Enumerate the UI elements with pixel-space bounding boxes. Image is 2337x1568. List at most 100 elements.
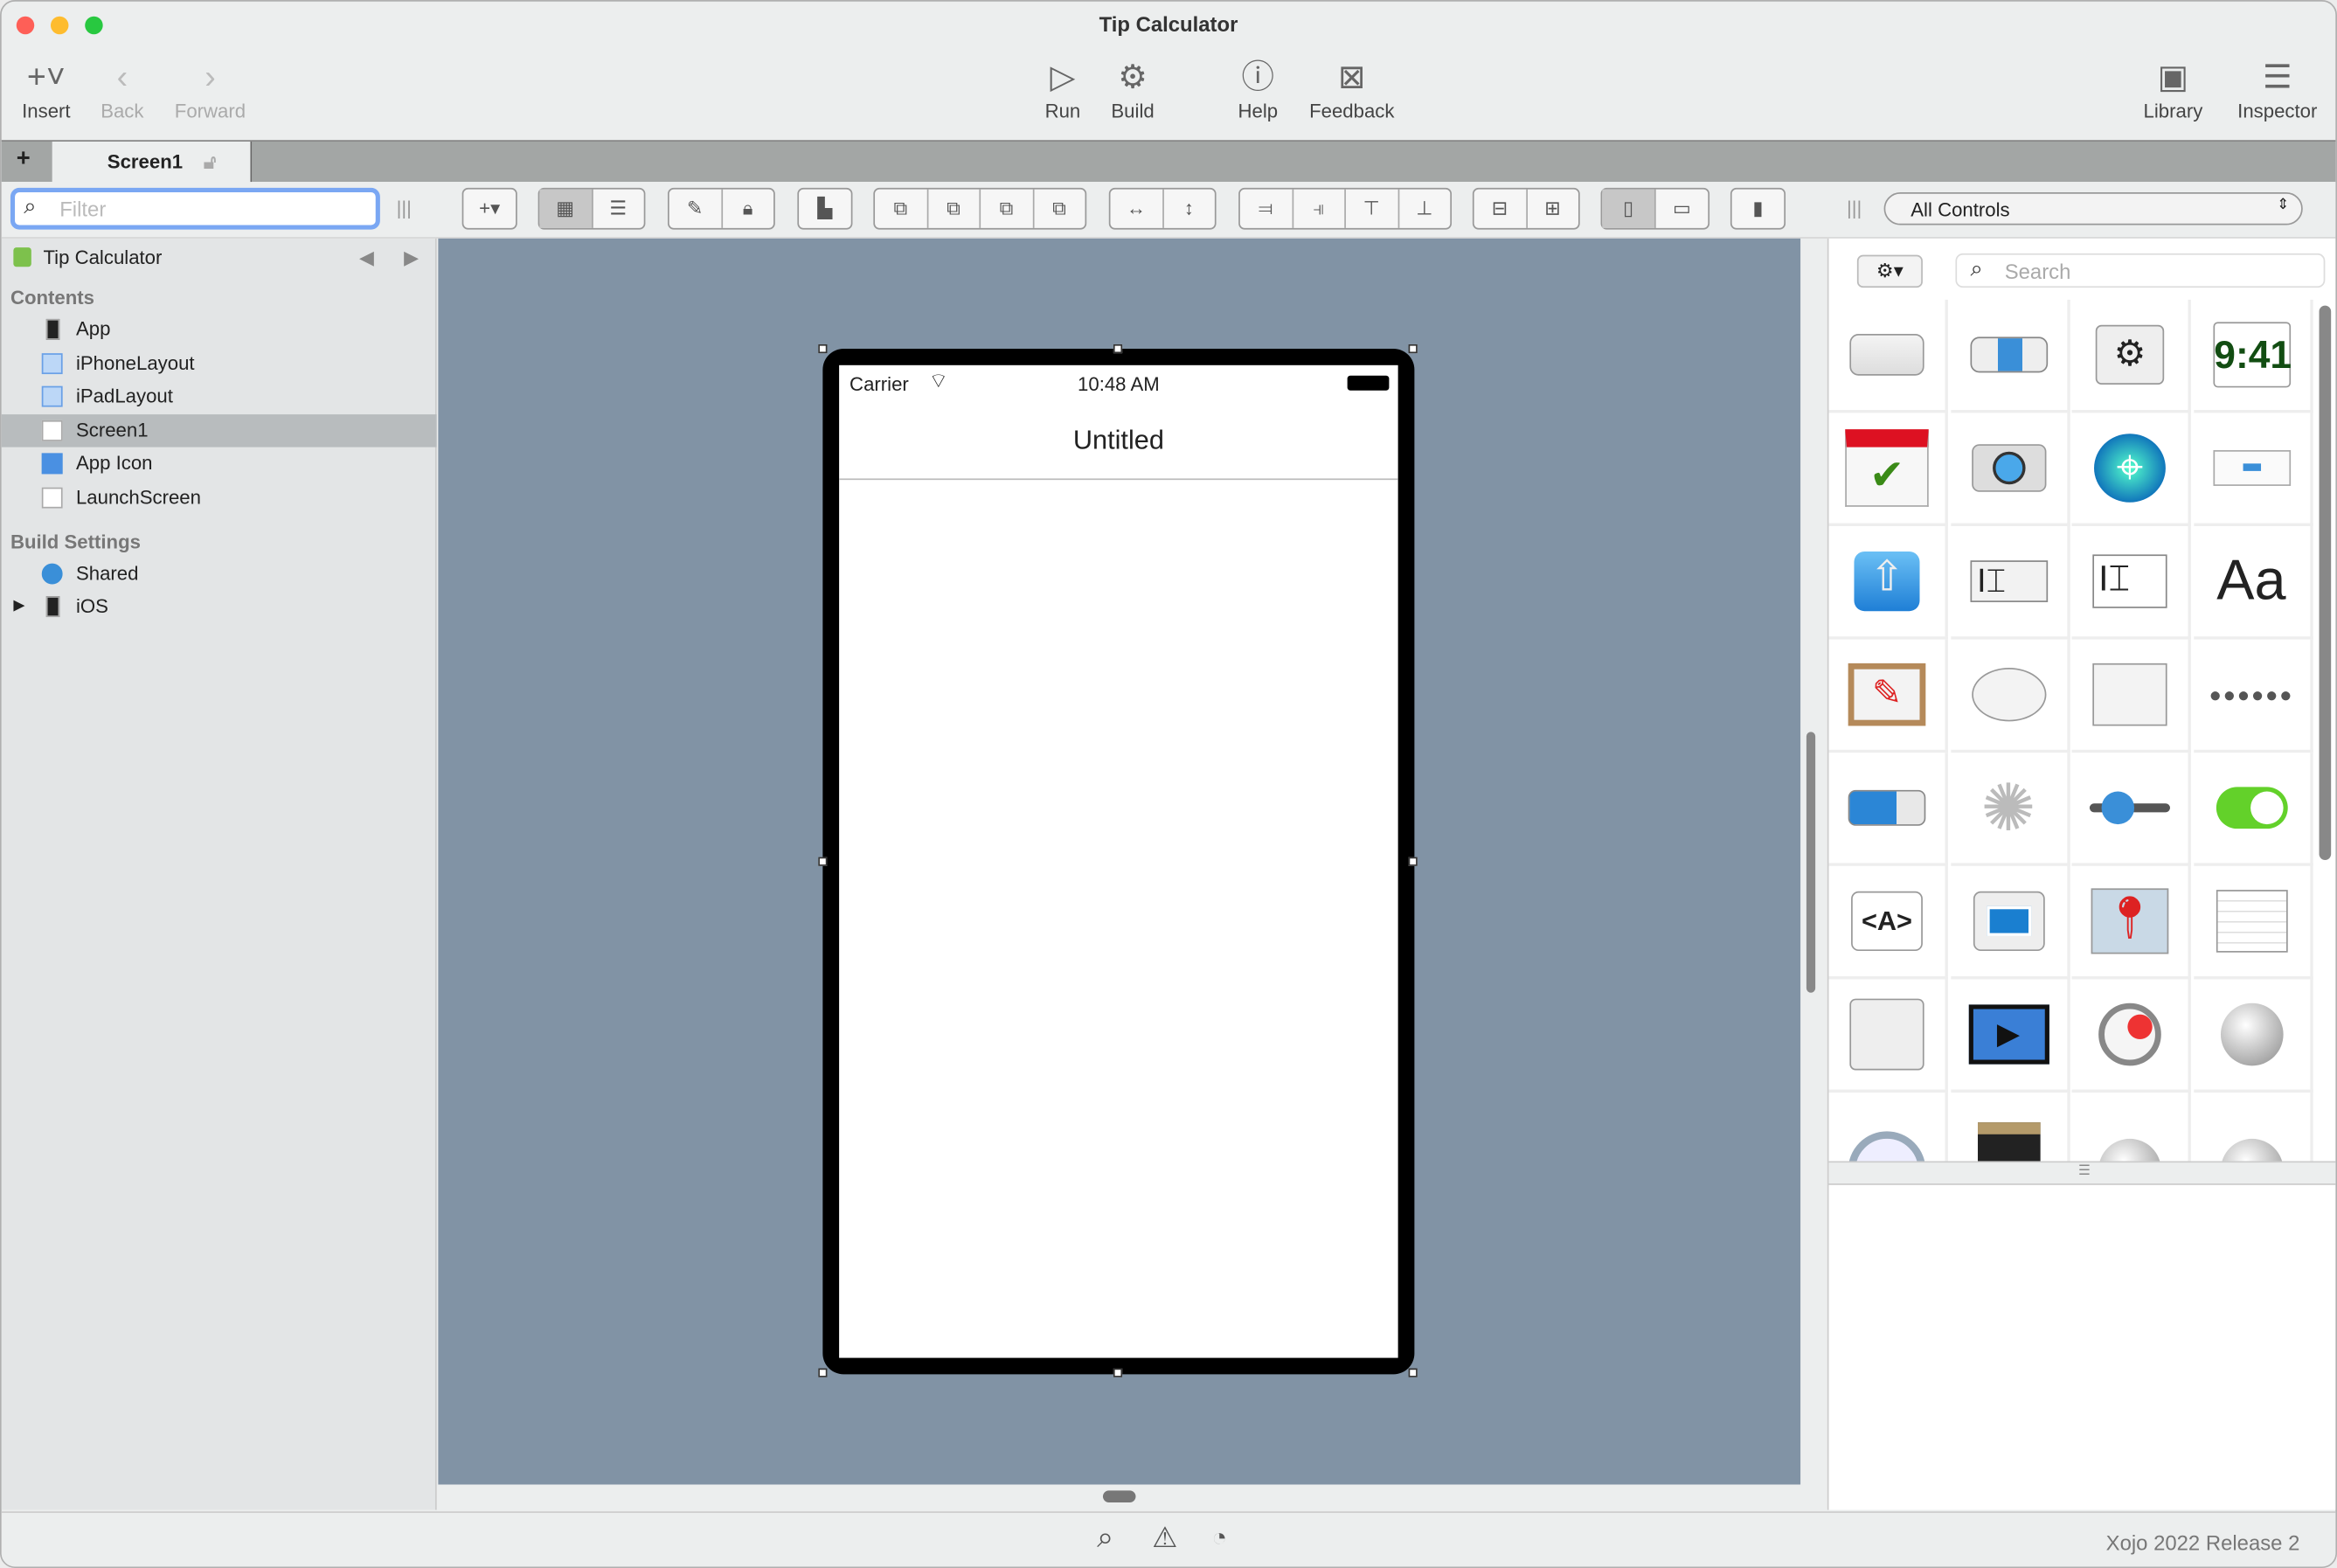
library-control-item[interactable] — [2193, 979, 2313, 1093]
library-control-item[interactable] — [1828, 753, 1948, 866]
canvas-scrollbar[interactable] — [1806, 732, 1816, 993]
nav-item-launchscreen[interactable]: LaunchScreen — [2, 481, 437, 514]
library-control-item[interactable]: I⌶ — [2071, 525, 2191, 640]
resize-handle[interactable] — [1113, 1368, 1123, 1377]
library-control-item[interactable] — [1828, 979, 1948, 1093]
library-control-item[interactable]: <A> — [1828, 865, 1948, 980]
nav-forward-icon[interactable]: ▶ — [404, 241, 419, 274]
resize-handle[interactable] — [818, 343, 828, 354]
filter-input[interactable]: ⌕ Filter — [10, 187, 380, 230]
back-button[interactable]: ‹ Back — [94, 55, 150, 122]
arrange-group[interactable]: ⧉ ⧉ ⧉ ⧉ — [873, 187, 1087, 230]
library-control-item[interactable]: ✎ — [1828, 639, 1948, 753]
build-button[interactable]: ⚙ Build — [1103, 55, 1162, 122]
library-control-item[interactable]: ✺ — [1950, 753, 2070, 866]
search-icon[interactable]: ⌕ — [1097, 1522, 1113, 1556]
navigation-title[interactable]: Untitled — [839, 425, 1398, 456]
library-control-item[interactable]: ⇧ — [1828, 525, 1948, 640]
size-group[interactable]: ↔ ↕ — [1108, 187, 1217, 230]
nav-back-icon[interactable]: ◀ — [359, 241, 374, 274]
camera-icon — [1971, 444, 2046, 492]
library-control-item[interactable] — [1950, 299, 2070, 413]
page-indicator-icon: ●●●●●● — [2209, 683, 2294, 707]
library-control-item[interactable] — [2193, 753, 2313, 866]
ruler-button[interactable]: ▙ — [797, 187, 853, 230]
library-control-item[interactable] — [1950, 1093, 2070, 1162]
device-button[interactable]: ▮ — [1730, 187, 1786, 230]
library-button[interactable]: ▣ Library — [2136, 55, 2210, 122]
tab-screen1[interactable]: Screen1 🔓︎ — [52, 142, 253, 184]
library-control-item[interactable] — [1950, 413, 2070, 526]
resize-handle[interactable] — [1113, 343, 1123, 354]
library-control-item[interactable]: ⚙ — [2071, 299, 2191, 413]
library-control-item[interactable]: ✔ — [1828, 413, 1948, 526]
library-control-item[interactable]: ⌖ — [2071, 413, 2191, 526]
library-control-item[interactable]: ▶ — [1950, 979, 2070, 1093]
warning-icon[interactable]: ⚠ — [1152, 1522, 1177, 1556]
library-control-item[interactable] — [2193, 413, 2313, 526]
phone-icon — [45, 318, 60, 340]
resize-handle[interactable] — [818, 857, 828, 866]
splitter-handle[interactable]: ||| — [1847, 197, 1862, 219]
rss-feed-icon[interactable]: ◔ — [1211, 1523, 1227, 1553]
feedback-button[interactable]: ⊠ Feedback — [1304, 55, 1399, 122]
canvas-icon: ✎ — [1848, 663, 1926, 726]
library-control-item[interactable] — [1950, 639, 2070, 753]
library-control-item[interactable] — [2071, 639, 2191, 753]
library-control-item[interactable] — [1828, 299, 1948, 413]
inspector-button[interactable]: ☰ Inspector — [2229, 55, 2327, 122]
library-control-item[interactable]: 📍︎ — [2071, 865, 2191, 980]
nav-item-app[interactable]: App — [2, 313, 437, 346]
library-control-item[interactable] — [1828, 1093, 1948, 1162]
library-search-input[interactable]: ⌕ Search — [1955, 253, 2326, 288]
insert-button[interactable]: +˅ Insert — [13, 55, 79, 122]
library-control-item[interactable]: 9:41 — [2193, 299, 2313, 413]
forward-button[interactable]: › Forward — [169, 55, 253, 122]
nav-item-ios[interactable]: ▶ iOS — [2, 590, 437, 623]
screen-icon — [41, 486, 63, 508]
library-control-item[interactable] — [2071, 979, 2191, 1093]
resize-handle[interactable] — [1408, 343, 1418, 354]
lock-icon[interactable]: 🔓︎ — [204, 150, 216, 173]
nav-item-app icon[interactable]: App Icon — [2, 448, 437, 481]
library-control-item[interactable]: Aa — [2193, 525, 2313, 640]
library-control-item[interactable] — [2071, 753, 2191, 866]
segmented-control-icon — [1969, 336, 2048, 373]
library-filter-select[interactable]: All Controls ⇕ — [1883, 191, 2303, 225]
library-control-item[interactable]: I⌶ — [1950, 525, 2070, 640]
add-control-button[interactable]: +▾ — [461, 187, 517, 230]
search-placeholder: Search — [2004, 259, 2071, 284]
add-tab-button[interactable]: + — [17, 146, 31, 173]
project-item[interactable]: Tip Calculator ◀ ▶ — [2, 241, 437, 274]
library-control-item[interactable]: ●●●●●● — [2193, 639, 2313, 753]
build-settings-header: Build Settings — [10, 531, 141, 553]
nav-item-iphonelayout[interactable]: iPhoneLayout — [2, 346, 437, 379]
library-control-item[interactable] — [1950, 865, 2070, 980]
disclosure-triangle-icon[interactable]: ▶ — [13, 590, 24, 623]
panel-splitter[interactable]: ☰ — [1828, 1161, 2336, 1185]
gear-menu-button[interactable]: ⚙▾ — [1856, 254, 1923, 288]
run-button[interactable]: ▷ Run — [1037, 55, 1088, 122]
edit-lock-group[interactable]: ✎ 🔒︎ — [668, 187, 775, 230]
view-mode-group[interactable]: ▦ ☰ — [537, 187, 646, 230]
resize-handle[interactable] — [818, 1368, 828, 1377]
library-scrollbar[interactable] — [2319, 305, 2332, 860]
resize-handle[interactable] — [1408, 857, 1418, 866]
nav-item-ipadlayout[interactable]: iPadLayout — [2, 380, 437, 413]
orientation-group[interactable]: ▯ ▭ — [1600, 187, 1710, 230]
horizontal-resize-handle[interactable] — [1102, 1490, 1136, 1503]
screen1-view[interactable]: Carrier ⌔ 10:48 AM Untitled — [839, 364, 1398, 1358]
help-icon: ⓘ — [1241, 58, 1275, 96]
library-control-item[interactable] — [2193, 865, 2313, 980]
resize-handle[interactable] — [1408, 1368, 1418, 1377]
splitter-handle[interactable]: ||| — [397, 197, 412, 219]
status-time: 10:48 AM — [1078, 372, 1160, 395]
nav-item-screen1[interactable]: Screen1 — [1, 413, 437, 447]
library-control-item[interactable] — [2193, 1093, 2313, 1162]
tab-label: Screen1 — [107, 150, 184, 173]
help-button[interactable]: ⓘ Help — [1232, 55, 1283, 122]
nav-item-shared[interactable]: Shared — [2, 558, 437, 591]
align-group[interactable]: ⫤ ⫣ ⊤ ⊥ — [1238, 187, 1453, 230]
distribute-group[interactable]: ⊟ ⊞ — [1472, 187, 1580, 230]
library-control-item[interactable] — [2071, 1093, 2191, 1162]
